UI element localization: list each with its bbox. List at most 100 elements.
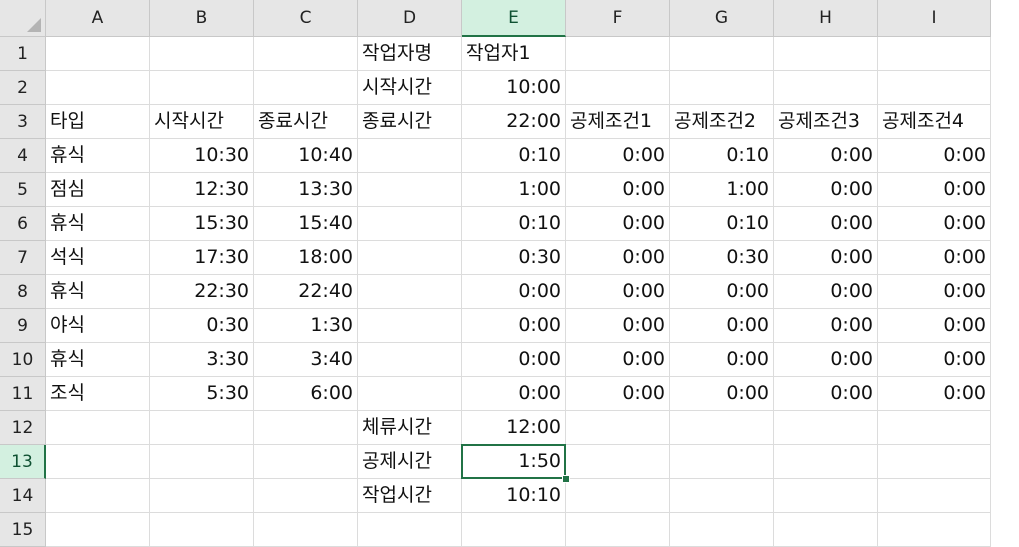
cell-d6[interactable] [358,207,462,241]
row-header-3[interactable]: 3 [0,105,46,139]
cell-i12[interactable] [878,411,991,445]
cell-i2[interactable] [878,71,991,105]
cell-a4[interactable]: 휴식 [46,139,150,173]
cell-g15[interactable] [670,513,774,547]
cell-c11[interactable]: 6:00 [254,377,358,411]
cell-f8[interactable]: 0:00 [566,275,670,309]
row-header-13[interactable]: 13 [0,445,46,479]
cell-e4[interactable]: 0:10 [462,139,566,173]
cell-i1[interactable] [878,37,991,71]
cell-a2[interactable] [46,71,150,105]
cell-c9[interactable]: 1:30 [254,309,358,343]
cell-f6[interactable]: 0:00 [566,207,670,241]
cell-d1[interactable]: 작업자명 [358,37,462,71]
cell-d7[interactable] [358,241,462,275]
column-header-a[interactable]: A [46,0,150,37]
row-header-12[interactable]: 12 [0,411,46,445]
cell-e8[interactable]: 0:00 [462,275,566,309]
cell-i6[interactable]: 0:00 [878,207,991,241]
cell-f11[interactable]: 0:00 [566,377,670,411]
column-header-h[interactable]: H [774,0,878,37]
column-header-f[interactable]: F [566,0,670,37]
cell-a13[interactable] [46,445,150,479]
cell-a8[interactable]: 휴식 [46,275,150,309]
cell-a10[interactable]: 휴식 [46,343,150,377]
cell-g8[interactable]: 0:00 [670,275,774,309]
row-header-14[interactable]: 14 [0,479,46,513]
cell-a9[interactable]: 야식 [46,309,150,343]
cell-e6[interactable]: 0:10 [462,207,566,241]
cell-g12[interactable] [670,411,774,445]
cell-g7[interactable]: 0:30 [670,241,774,275]
cell-g11[interactable]: 0:00 [670,377,774,411]
cell-h13[interactable] [774,445,878,479]
cell-d15[interactable] [358,513,462,547]
row-header-4[interactable]: 4 [0,139,46,173]
row-header-5[interactable]: 5 [0,173,46,207]
cell-e3[interactable]: 22:00 [462,105,566,139]
cell-h7[interactable]: 0:00 [774,241,878,275]
cell-f3[interactable]: 공제조건1 [566,105,670,139]
cell-c3[interactable]: 종료시간 [254,105,358,139]
cell-f15[interactable] [566,513,670,547]
cell-d10[interactable] [358,343,462,377]
cell-h10[interactable]: 0:00 [774,343,878,377]
row-header-8[interactable]: 8 [0,275,46,309]
cell-b2[interactable] [150,71,254,105]
cell-b7[interactable]: 17:30 [150,241,254,275]
cell-h6[interactable]: 0:00 [774,207,878,241]
cell-b8[interactable]: 22:30 [150,275,254,309]
cell-i11[interactable]: 0:00 [878,377,991,411]
cell-a1[interactable] [46,37,150,71]
cell-b9[interactable]: 0:30 [150,309,254,343]
cell-b12[interactable] [150,411,254,445]
cell-i7[interactable]: 0:00 [878,241,991,275]
cell-d3[interactable]: 종료시간 [358,105,462,139]
cell-b1[interactable] [150,37,254,71]
cell-b3[interactable]: 시작시간 [150,105,254,139]
cell-i15[interactable] [878,513,991,547]
cell-b5[interactable]: 12:30 [150,173,254,207]
cell-g9[interactable]: 0:00 [670,309,774,343]
cell-e5[interactable]: 1:00 [462,173,566,207]
cell-e10[interactable]: 0:00 [462,343,566,377]
cell-h8[interactable]: 0:00 [774,275,878,309]
cell-g4[interactable]: 0:10 [670,139,774,173]
cell-h3[interactable]: 공제조건3 [774,105,878,139]
cell-g10[interactable]: 0:00 [670,343,774,377]
cell-d12[interactable]: 체류시간 [358,411,462,445]
cell-i13[interactable] [878,445,991,479]
row-header-11[interactable]: 11 [0,377,46,411]
cell-a3[interactable]: 타입 [46,105,150,139]
cell-g3[interactable]: 공제조건2 [670,105,774,139]
cell-c7[interactable]: 18:00 [254,241,358,275]
cell-i14[interactable] [878,479,991,513]
cell-h9[interactable]: 0:00 [774,309,878,343]
cell-f14[interactable] [566,479,670,513]
cell-e2[interactable]: 10:00 [462,71,566,105]
cell-c2[interactable] [254,71,358,105]
cell-d11[interactable] [358,377,462,411]
cell-f7[interactable]: 0:00 [566,241,670,275]
cell-f1[interactable] [566,37,670,71]
cell-f2[interactable] [566,71,670,105]
cell-b11[interactable]: 5:30 [150,377,254,411]
cell-e9[interactable]: 0:00 [462,309,566,343]
cell-d9[interactable] [358,309,462,343]
cell-h14[interactable] [774,479,878,513]
cell-a5[interactable]: 점심 [46,173,150,207]
cell-g5[interactable]: 1:00 [670,173,774,207]
column-header-e[interactable]: E [462,0,566,37]
cell-a14[interactable] [46,479,150,513]
cell-i4[interactable]: 0:00 [878,139,991,173]
cell-a12[interactable] [46,411,150,445]
cell-h4[interactable]: 0:00 [774,139,878,173]
cell-d13[interactable]: 공제시간 [358,445,462,479]
cell-f12[interactable] [566,411,670,445]
cell-d5[interactable] [358,173,462,207]
cell-c8[interactable]: 22:40 [254,275,358,309]
cell-h2[interactable] [774,71,878,105]
cell-f10[interactable]: 0:00 [566,343,670,377]
row-header-6[interactable]: 6 [0,207,46,241]
cell-g1[interactable] [670,37,774,71]
